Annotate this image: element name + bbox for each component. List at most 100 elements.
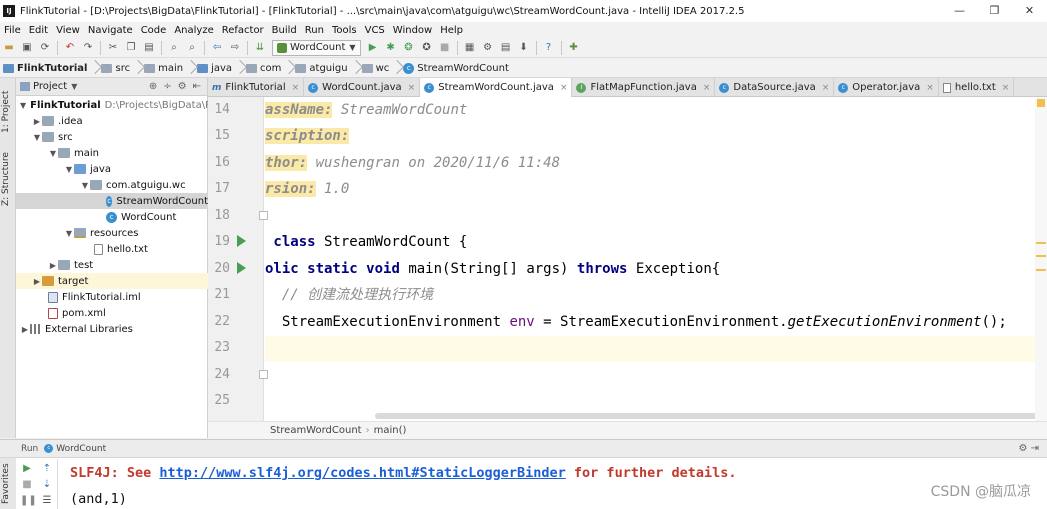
tree-item-target[interactable]: ▶ target: [16, 273, 208, 289]
copy-icon[interactable]: ❐: [124, 41, 138, 55]
save-all-icon[interactable]: ▣: [20, 41, 34, 55]
sdk-icon[interactable]: ▤: [499, 41, 513, 55]
help-icon[interactable]: ?: [542, 41, 556, 55]
replace-icon[interactable]: ⌕: [185, 41, 199, 55]
chevron-right-icon[interactable]: ▶: [32, 117, 42, 126]
menu-navigate[interactable]: Navigate: [84, 25, 137, 36]
run-config-dropdown[interactable]: WordCount ▼: [272, 39, 361, 56]
scroll-down-icon[interactable]: ⇣: [40, 478, 54, 492]
menu-edit[interactable]: Edit: [25, 25, 52, 36]
run-method-icon[interactable]: [237, 262, 246, 274]
tree-item-wordcount[interactable]: c WordCount: [16, 209, 208, 225]
chevron-right-icon[interactable]: ▶: [20, 325, 30, 334]
console-link[interactable]: http://www.slf4j.org/codes.html#StaticLo…: [159, 465, 565, 481]
hide-icon[interactable]: ⇤: [193, 81, 201, 92]
menu-vcs[interactable]: VCS: [361, 25, 389, 36]
chevron-down-icon[interactable]: ▼: [20, 101, 26, 110]
project-structure-icon[interactable]: ▦: [463, 41, 477, 55]
chevron-right-icon[interactable]: ▶: [48, 261, 58, 270]
tree-item-hello-txt[interactable]: hello.txt: [16, 241, 208, 257]
breadcrumb-project[interactable]: FlinkTutorial: [0, 63, 90, 74]
plugin-icon[interactable]: ✚: [567, 41, 581, 55]
gear-icon[interactable]: ⚙: [1018, 443, 1027, 454]
open-folder-icon[interactable]: ▬: [2, 41, 16, 55]
undo-icon[interactable]: ↶: [63, 41, 77, 55]
menu-build[interactable]: Build: [268, 25, 301, 36]
gear-icon[interactable]: ⚙: [178, 81, 187, 92]
favorites-tool-tab[interactable]: Favorites: [1, 460, 15, 508]
tree-item-iml[interactable]: FlinkTutorial.iml: [16, 289, 208, 305]
breadcrumb-class[interactable]: c StreamWordCount: [400, 62, 512, 74]
code-editor[interactable]: 14 15 16 17 18 19 20 21 22 23 24 25 assN…: [208, 97, 1047, 421]
menu-tools[interactable]: Tools: [328, 25, 361, 36]
close-icon[interactable]: ×: [926, 83, 934, 93]
tree-item-test[interactable]: ▶ test: [16, 257, 208, 273]
tab-operator[interactable]: c Operator.java ×: [834, 78, 939, 97]
editor-crumb-class[interactable]: StreamWordCount: [270, 425, 362, 436]
tree-item-src[interactable]: ▼ src: [16, 129, 208, 145]
tree-item-resources[interactable]: ▼ resources: [16, 225, 208, 241]
run-class-icon[interactable]: [237, 235, 246, 247]
scroll-from-source-icon[interactable]: ⊕: [149, 81, 157, 92]
tree-item-flinktutorial[interactable]: ▼ FlinkTutorial D:\Projects\BigData\Fl: [16, 97, 214, 113]
tab-flinktutorial[interactable]: m FlinkTutorial ×: [208, 78, 305, 97]
pause-icon[interactable]: ❚❚: [20, 494, 37, 508]
breadcrumb-com[interactable]: com: [243, 63, 284, 74]
wrap-icon[interactable]: ☰: [40, 494, 54, 508]
close-icon[interactable]: ×: [822, 83, 830, 93]
horizontal-scrollbar[interactable]: [375, 413, 1035, 419]
build-icon[interactable]: ⇊: [253, 41, 267, 55]
error-stripe[interactable]: [1035, 97, 1047, 421]
close-icon[interactable]: ×: [292, 83, 300, 93]
back-icon[interactable]: ⇦: [210, 41, 224, 55]
sync-icon[interactable]: ⟳: [38, 41, 52, 55]
tab-wordcount[interactable]: c WordCount.java ×: [304, 78, 421, 97]
chevron-down-icon[interactable]: ▼: [71, 82, 77, 91]
code-area[interactable]: assName: StreamWordCount scription: thor…: [265, 97, 1035, 421]
chevron-down-icon[interactable]: ▼: [64, 229, 74, 238]
tree-item-pom[interactable]: pom.xml: [16, 305, 208, 321]
menu-run[interactable]: Run: [301, 25, 328, 36]
chevron-down-icon[interactable]: ▼: [32, 133, 42, 142]
tree-item-external-libraries[interactable]: ▶ External Libraries: [16, 321, 208, 337]
breadcrumb-main[interactable]: main: [141, 63, 186, 74]
breadcrumb-java[interactable]: java: [194, 63, 235, 74]
tree-item-streamwordcount[interactable]: c StreamWordCount: [16, 193, 208, 209]
paste-icon[interactable]: ▤: [142, 41, 156, 55]
warning-marker[interactable]: [1036, 242, 1046, 244]
inspection-status-icon[interactable]: [1037, 99, 1045, 107]
project-tool-tab[interactable]: 1: Project: [1, 82, 15, 142]
settings-icon[interactable]: ⚙: [481, 41, 495, 55]
profile-icon[interactable]: ✪: [420, 41, 434, 55]
run-config-tab[interactable]: c WordCount: [44, 444, 106, 454]
tree-item-idea[interactable]: ▶ .idea: [16, 113, 208, 129]
stop-icon[interactable]: ■: [438, 41, 452, 55]
scroll-up-icon[interactable]: ⇡: [40, 462, 54, 476]
tab-flatmapfunction[interactable]: I FlatMapFunction.java ×: [572, 78, 716, 97]
tab-streamwordcount[interactable]: c StreamWordCount.java ×: [420, 78, 573, 97]
collapse-all-icon[interactable]: ÷: [163, 81, 171, 92]
redo-icon[interactable]: ↷: [81, 41, 95, 55]
rerun-icon[interactable]: ▶: [20, 462, 34, 476]
menu-file[interactable]: File: [0, 25, 25, 36]
menu-code[interactable]: Code: [137, 25, 171, 36]
cut-icon[interactable]: ✂: [106, 41, 120, 55]
coverage-icon[interactable]: ❂: [402, 41, 416, 55]
structure-tool-tab[interactable]: Z: Structure: [1, 148, 15, 210]
warning-marker[interactable]: [1036, 255, 1046, 257]
find-icon[interactable]: ⌕: [167, 41, 181, 55]
hide-icon[interactable]: ⇥: [1031, 443, 1039, 454]
breadcrumb-atguigu[interactable]: atguigu: [292, 63, 350, 74]
tree-item-package[interactable]: ▼ com.atguigu.wc: [16, 177, 208, 193]
close-icon[interactable]: ×: [1002, 83, 1010, 93]
project-panel-title[interactable]: Project: [33, 81, 67, 92]
tree-item-java[interactable]: ▼ java: [16, 161, 208, 177]
menu-analyze[interactable]: Analyze: [170, 25, 217, 36]
warning-marker[interactable]: [1036, 269, 1046, 271]
chevron-down-icon[interactable]: ▼: [64, 165, 74, 174]
run-icon[interactable]: ▶: [366, 41, 380, 55]
tree-item-main[interactable]: ▼ main: [16, 145, 208, 161]
close-icon[interactable]: ×: [408, 83, 416, 93]
debug-icon[interactable]: ✱: [384, 41, 398, 55]
vcs-icon[interactable]: ⬇: [517, 41, 531, 55]
